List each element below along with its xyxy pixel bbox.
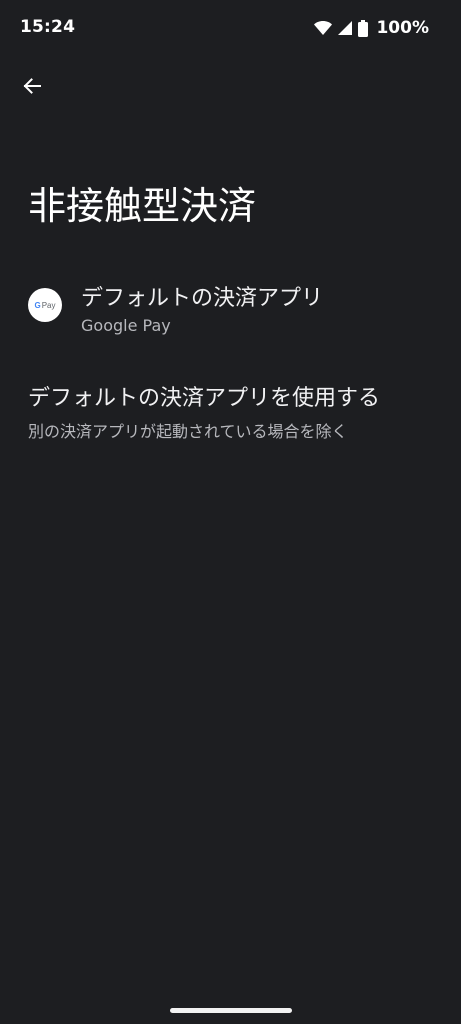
back-button[interactable] — [16, 72, 48, 104]
arrow-left-icon — [22, 76, 42, 100]
battery-icon — [358, 20, 369, 37]
status-time: 15:24 — [20, 17, 76, 37]
gesture-navigation-handle[interactable] — [170, 1008, 292, 1013]
use-default-payment-app-summary: 別の決済アプリが起動されている場合を除く — [28, 422, 348, 441]
page-title: 非接触型決済 — [28, 184, 257, 228]
use-default-payment-app-title: デフォルトの決済アプリを使用する — [28, 386, 381, 411]
cellular-signal-icon — [336, 20, 353, 36]
google-pay-icon-g: G — [34, 300, 41, 310]
default-payment-app-row[interactable]: G Pay デフォルトの決済アプリ Google Pay — [0, 272, 461, 344]
use-default-payment-app-row[interactable]: デフォルトの決済アプリを使用する 別の決済アプリが起動されている場合を除く — [0, 372, 461, 452]
status-icons: 100% — [314, 17, 429, 39]
default-payment-app-summary: Google Pay — [81, 316, 171, 335]
google-pay-icon: G Pay — [28, 288, 62, 322]
google-pay-icon-text: Pay — [41, 300, 56, 310]
battery-percent: 100% — [376, 18, 429, 38]
default-payment-app-title: デフォルトの決済アプリ — [81, 286, 324, 311]
wifi-icon — [314, 20, 333, 36]
status-bar: 15:24 100% — [0, 0, 461, 56]
